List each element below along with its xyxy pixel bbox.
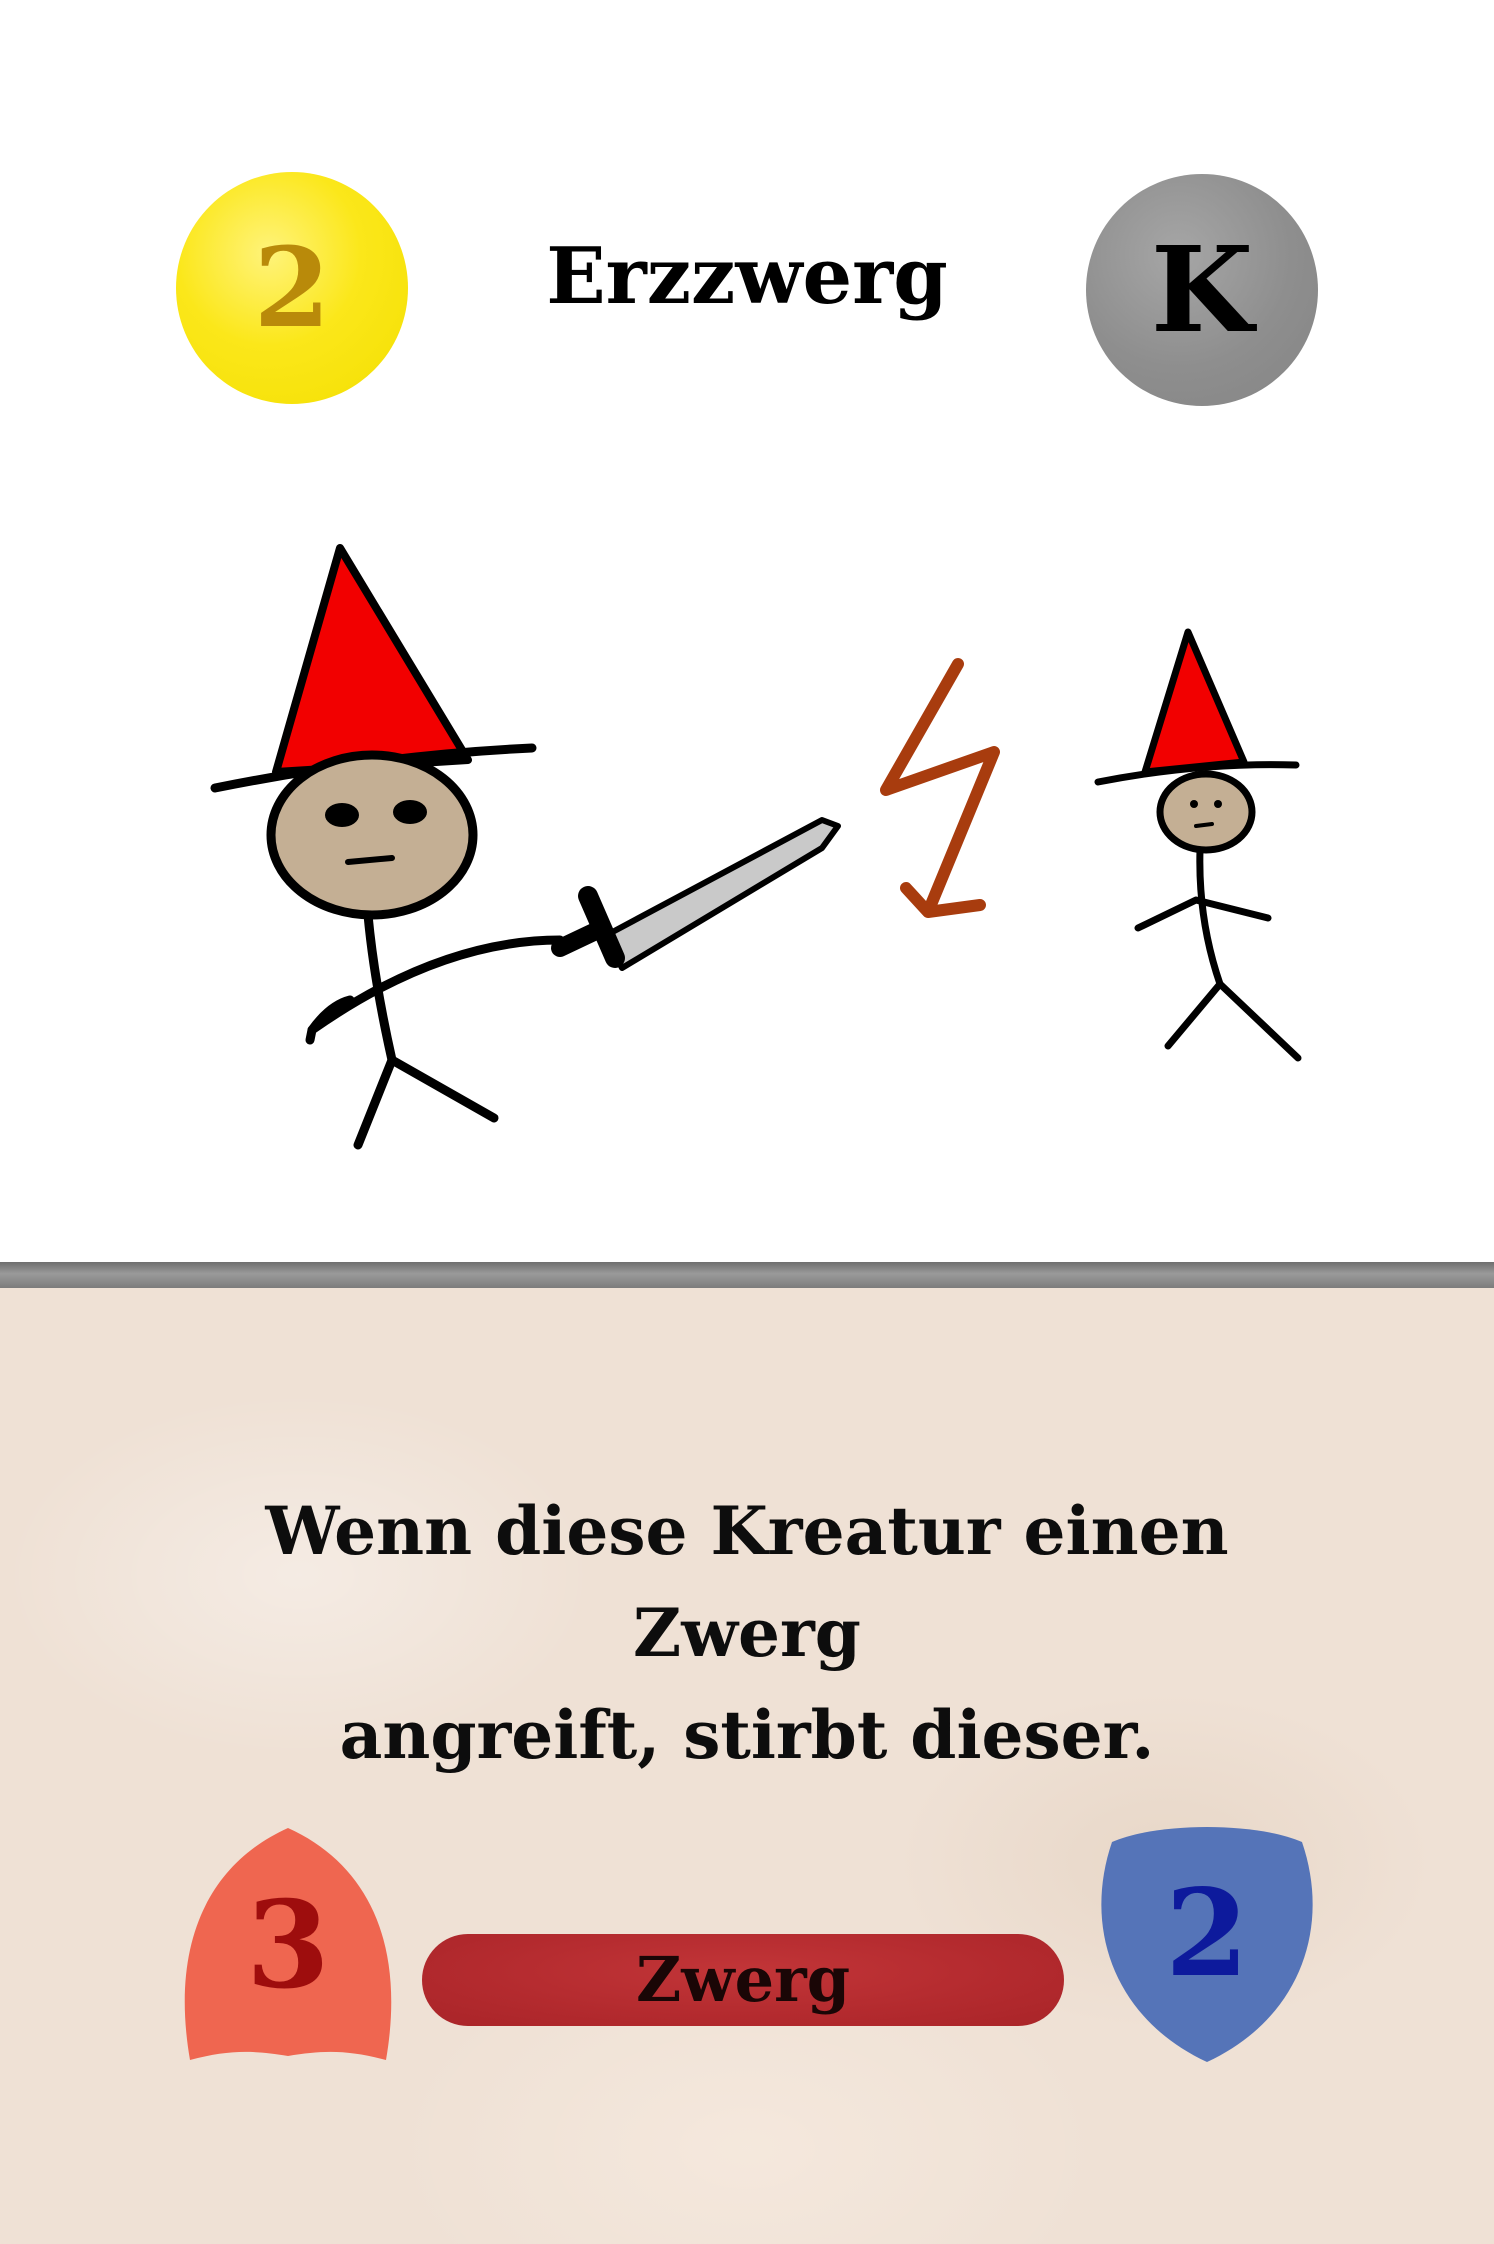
ability-line: angreift, stirbt dieser. [339,1696,1155,1774]
sword-handle [551,921,607,957]
panel-divider [0,1262,1494,1288]
card-type-symbol: K [1150,220,1254,359]
card-type-badge: K [1086,174,1318,406]
mana-cost-value: 2 [253,223,331,352]
sword [551,817,841,971]
attack-badge: 3 [168,1824,408,2064]
big-dwarf-figure [210,544,565,1150]
sword-blade [602,817,841,971]
ability-line: Wenn diese Kreatur einen Zwerg [265,1492,1229,1672]
card-illustration [210,544,1302,1150]
small-dwarf-head [1156,770,1256,854]
small-dwarf-figure [1094,628,1302,1062]
attack-value: 3 [246,1875,330,2016]
ability-text: Wenn diese Kreatur einen Zwerg angreift,… [180,1480,1314,1786]
defense-value: 2 [1165,1863,1249,2004]
lightning-bolt [880,658,1000,918]
small-dwarf-body [1196,846,1224,988]
big-dwarf-hat [272,544,472,776]
race-banner: Zwerg [422,1934,1064,2026]
card-title: Erzzwerg [546,231,948,322]
mana-cost-badge: 2 [176,172,408,404]
race-label: Zwerg [635,1943,851,2016]
big-dwarf-head [266,750,478,920]
big-dwarf-arm [307,935,565,1035]
big-dwarf-leg-left [353,1055,397,1150]
small-dwarf-leg-left [1164,980,1224,1050]
defense-badge: 2 [1088,1820,1326,2062]
small-dwarf-hat [1141,628,1248,776]
big-dwarf-leg-right [387,1055,499,1123]
small-dwarf-leg-right [1216,980,1302,1062]
